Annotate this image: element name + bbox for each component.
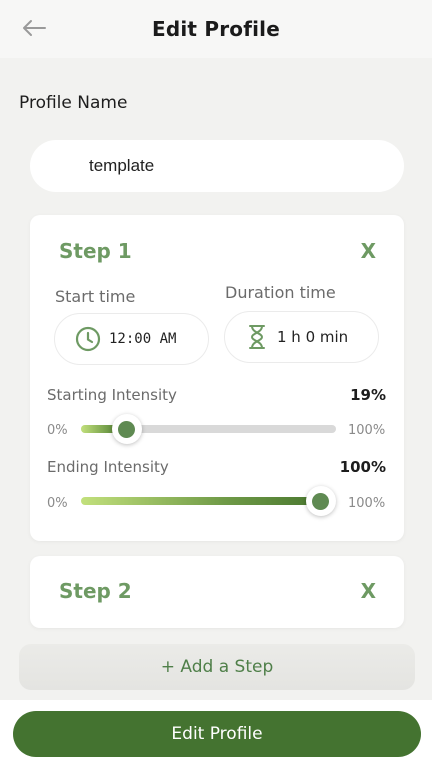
page-title: Edit Profile: [152, 17, 280, 41]
remove-step-button[interactable]: X: [361, 239, 376, 263]
ending-intensity-label: Ending Intensity: [47, 458, 169, 476]
slider-thumb[interactable]: [111, 414, 142, 444]
back-button[interactable]: [18, 14, 50, 42]
starting-intensity-max: 100%: [348, 423, 386, 438]
start-time-value: 12:00 AM: [109, 331, 177, 347]
ending-intensity-min: 0%: [47, 496, 68, 511]
ending-intensity-slider[interactable]: [81, 486, 336, 516]
clock-icon: [75, 326, 101, 352]
duration-picker[interactable]: 1 h 0 min: [224, 311, 379, 363]
hourglass-icon: [249, 325, 265, 349]
add-step-label: + Add a Step: [160, 657, 274, 677]
slider-thumb[interactable]: [305, 486, 336, 516]
ending-intensity-max: 100%: [348, 496, 386, 511]
slider-fill: [81, 497, 321, 505]
step-title: Step 2: [59, 579, 132, 603]
starting-intensity-slider[interactable]: [81, 414, 336, 444]
step-card-2: Step 2 X: [30, 556, 404, 628]
starting-intensity-min: 0%: [47, 423, 68, 438]
ending-intensity-value: 100%: [339, 458, 386, 476]
step-title: Step 1: [59, 239, 132, 263]
start-time-picker[interactable]: 12:00 AM: [54, 313, 209, 365]
edit-profile-button-label: Edit Profile: [171, 724, 263, 744]
arrow-left-icon: [23, 20, 46, 36]
start-time-label: Start time: [55, 287, 136, 306]
starting-intensity-value: 19%: [350, 386, 386, 404]
duration-time-label: Duration time: [225, 283, 336, 302]
remove-step-button[interactable]: X: [361, 579, 376, 603]
profile-name-label: Profile Name: [19, 93, 128, 113]
bottom-bar: Edit Profile: [0, 700, 432, 769]
step-card-1: Step 1 X Start time Duration time 12:00 …: [30, 215, 404, 541]
add-step-button[interactable]: + Add a Step: [19, 644, 415, 690]
header-bar: Edit Profile: [0, 0, 432, 58]
starting-intensity-label: Starting Intensity: [47, 386, 177, 404]
edit-profile-screen: Edit Profile Profile Name Step 1 X Start…: [0, 0, 432, 769]
edit-profile-button[interactable]: Edit Profile: [13, 711, 421, 757]
duration-value: 1 h 0 min: [277, 328, 349, 346]
profile-name-input[interactable]: [30, 140, 404, 192]
